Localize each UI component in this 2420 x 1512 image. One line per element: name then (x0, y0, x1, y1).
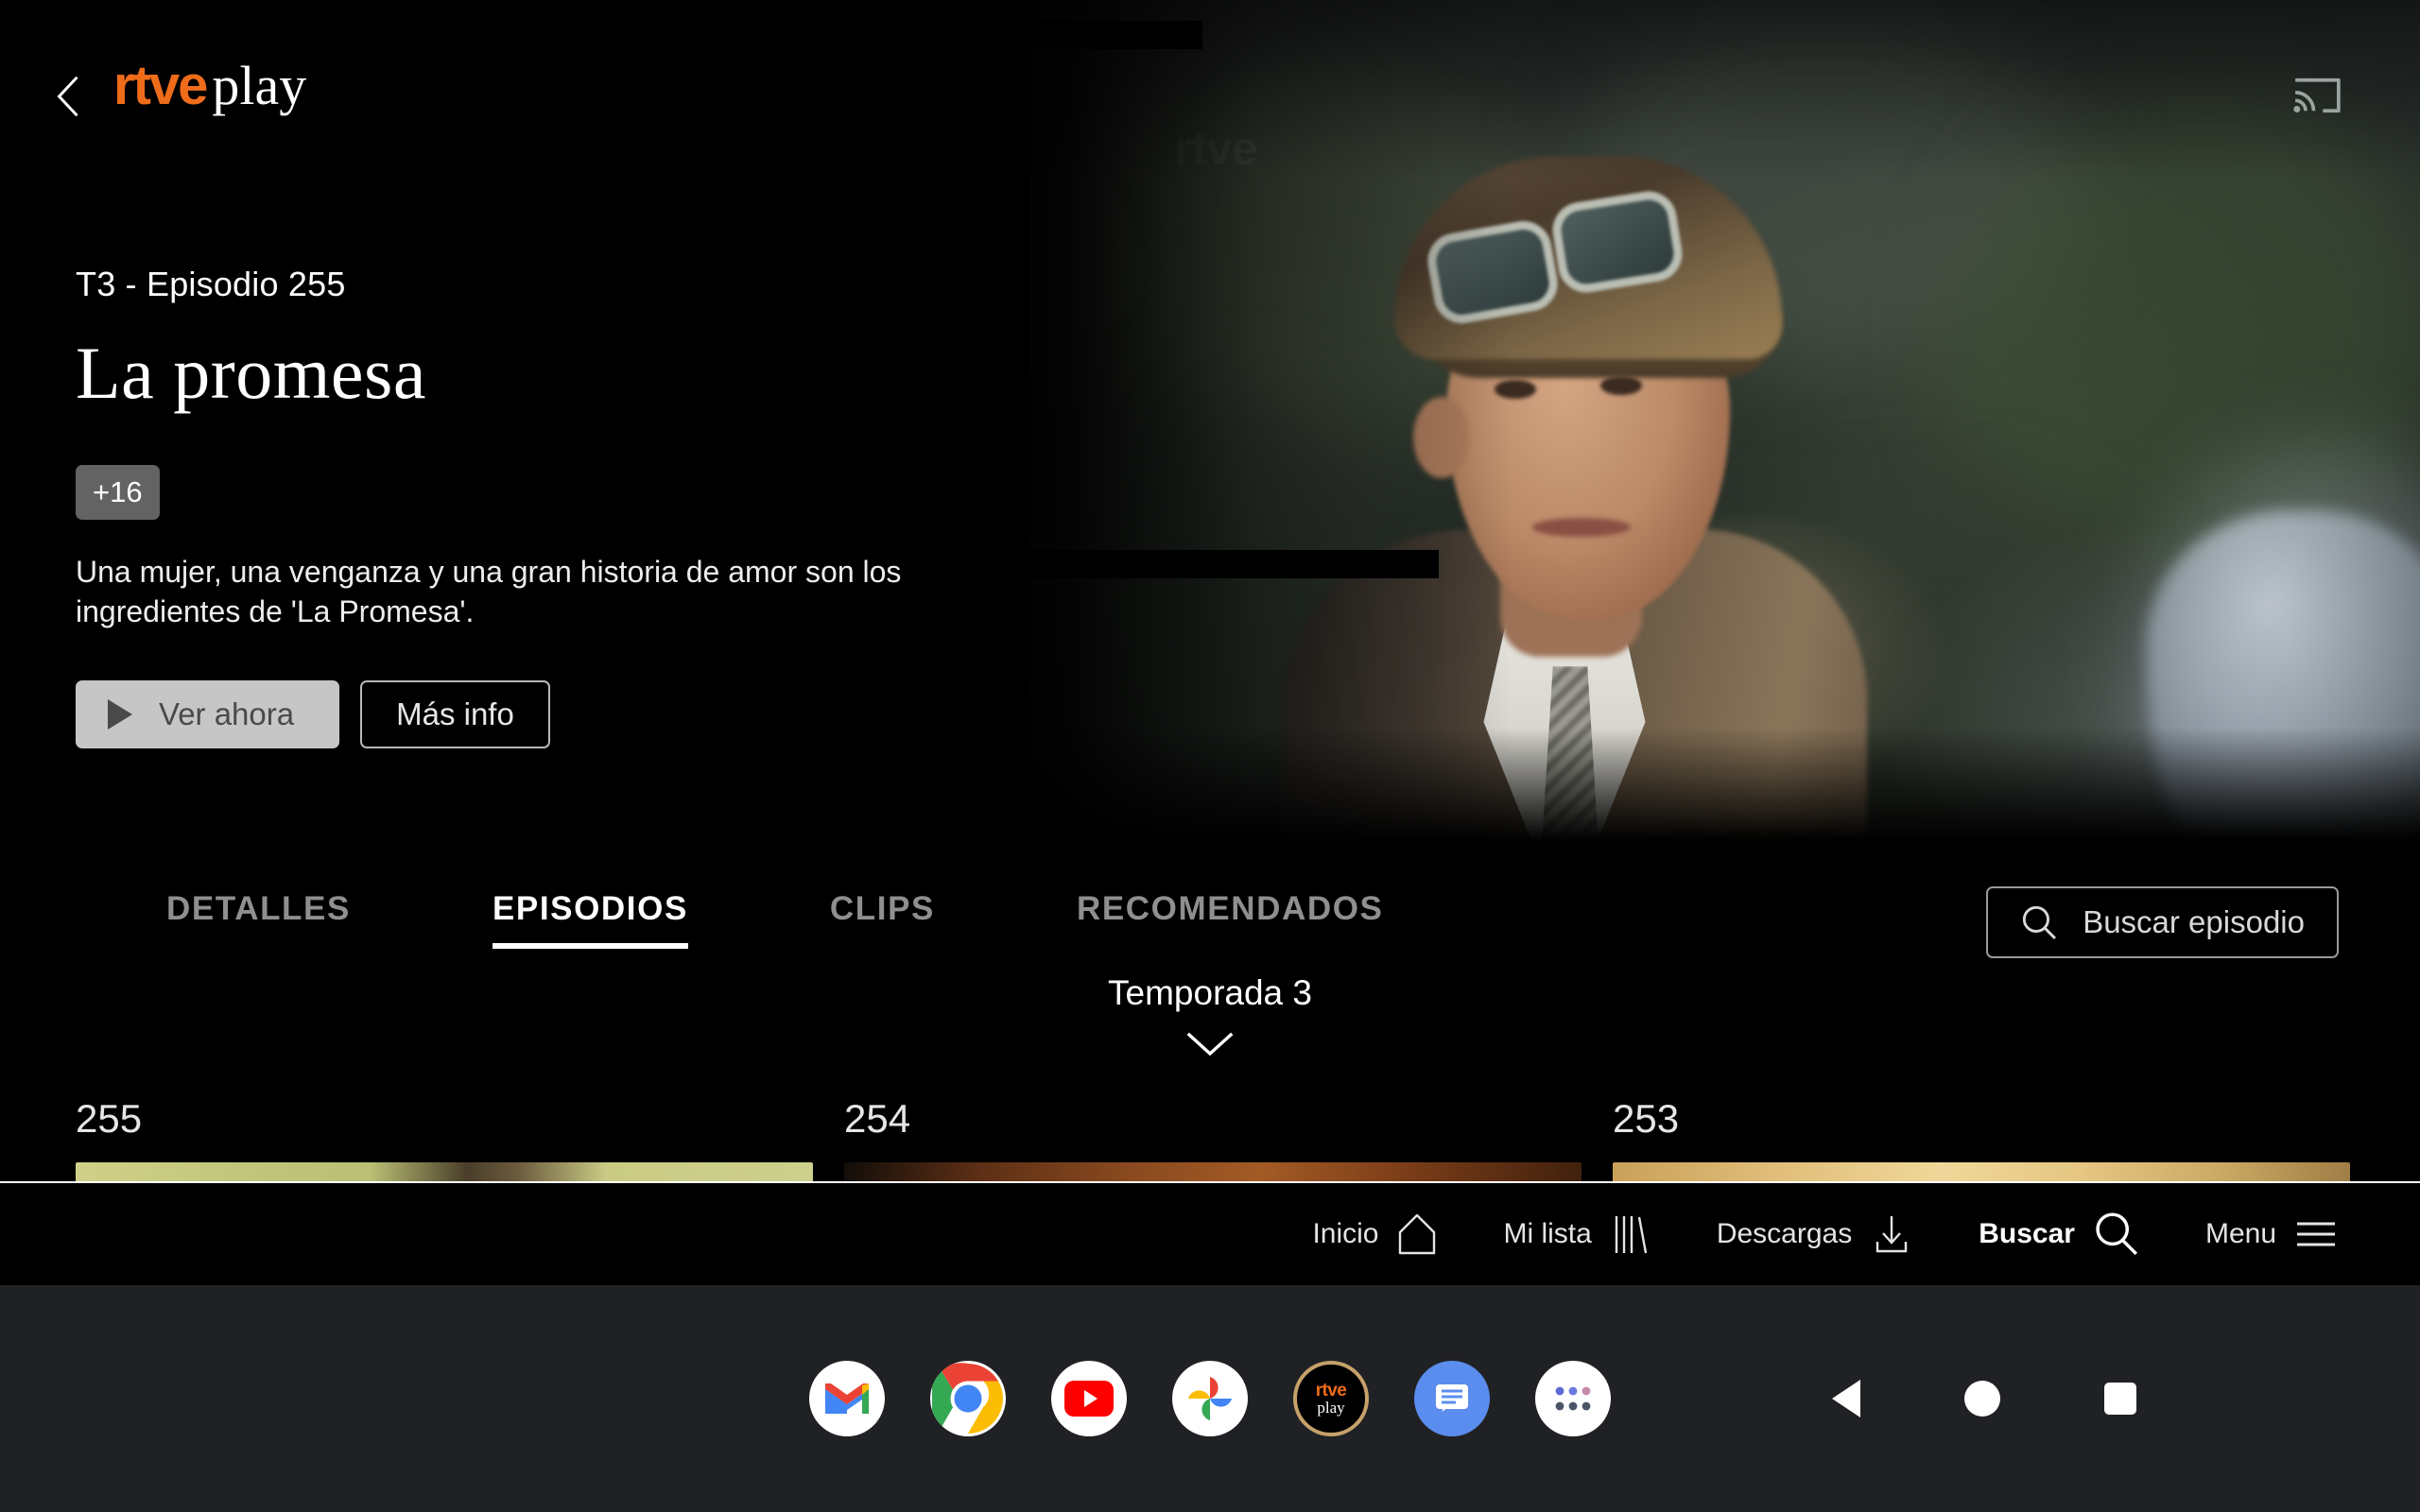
home-icon (1399, 1213, 1436, 1255)
nav-menu-label: Menu (2204, 1218, 2276, 1249)
tab-detalles[interactable]: DETALLES (166, 869, 351, 962)
nav-buscar-label: Buscar (1979, 1218, 2075, 1249)
search-icon (2096, 1212, 2137, 1256)
chevron-left-icon (57, 76, 78, 117)
brand-rtve-text: rtve (113, 55, 208, 116)
page-title: La promesa (76, 332, 427, 414)
messages-icon (1436, 1384, 1468, 1412)
rtve-play-app: rtve rtve play T3 - Episodio 255 (0, 0, 2420, 1285)
cast-icon (2293, 77, 2341, 113)
android-recents-button[interactable] (2104, 1383, 2136, 1415)
nav-descargas-label: Descargas (1716, 1218, 1853, 1249)
dock-icon-google-photos[interactable] (1172, 1361, 1248, 1436)
android-system-bar: rtve play (0, 1285, 2420, 1512)
play-now-button[interactable]: Ver ahora (76, 680, 340, 749)
rtve-play-logo: rtve play (113, 59, 306, 113)
gmail-icon (825, 1383, 869, 1414)
app-dock: rtve play (809, 1361, 1611, 1436)
synopsis-text: Una mujer, una venganza y una gran histo… (76, 555, 902, 629)
android-back-button[interactable] (1832, 1380, 1860, 1418)
tab-episodios[interactable]: EPISODIOS (492, 869, 688, 962)
dock-icon-chrome[interactable] (930, 1361, 1006, 1436)
nav-item-menu[interactable]: Menu (2205, 1215, 2339, 1253)
brand-play-text: play (212, 55, 307, 116)
search-episode-label: Buscar episodio (2083, 904, 2305, 939)
cast-button[interactable] (2291, 74, 2342, 117)
season-selector[interactable]: Temporada 3 (0, 973, 2420, 1058)
nav-item-inicio[interactable]: Inicio (1312, 1211, 1439, 1257)
android-home-button[interactable] (1964, 1381, 2000, 1417)
episode-number: 255 (76, 1096, 143, 1141)
search-episode-button[interactable]: Buscar episodio (1986, 886, 2339, 958)
youtube-icon (1064, 1381, 1114, 1417)
android-nav-buttons (1832, 1380, 2136, 1418)
download-icon (1876, 1216, 1908, 1253)
google-photos-icon (1188, 1377, 1232, 1420)
nav-item-descargas[interactable]: Descargas (1717, 1211, 1914, 1257)
dock-icon-gmail[interactable] (809, 1361, 885, 1436)
dock-icon-rtve-play[interactable]: rtve play (1293, 1361, 1369, 1436)
hero-action-buttons: Ver ahora Más info (76, 680, 1040, 749)
content-tabs: DETALLES EPISODIOS CLIPS RECOMENDADOS (166, 869, 1525, 962)
app-drawer-icon (1555, 1386, 1591, 1411)
age-rating-badge: +16 (76, 465, 160, 520)
season-label: Temporada 3 (1108, 973, 1312, 1012)
dock-icon-messages[interactable] (1414, 1361, 1490, 1436)
episode-label: T3 - Episodio 255 (76, 265, 346, 303)
dock-icon-app-drawer[interactable] (1535, 1361, 1611, 1436)
chrome-icon (932, 1363, 1003, 1434)
bookshelf-icon (1615, 1216, 1648, 1254)
tab-clips[interactable]: CLIPS (830, 869, 935, 962)
play-icon (108, 699, 132, 730)
top-bar: rtve play (0, 0, 2420, 142)
episode-number: 254 (844, 1096, 911, 1141)
dock-icon-youtube[interactable] (1051, 1361, 1127, 1436)
nav-item-buscar[interactable]: Buscar (1979, 1210, 2141, 1259)
episode-number: 253 (1613, 1096, 1680, 1141)
nav-inicio-label: Inicio (1312, 1218, 1379, 1249)
hero-details: T3 - Episodio 255 La promesa +16 Una muj… (76, 265, 1040, 749)
chevron-down-icon (1186, 1032, 1234, 1057)
play-now-label: Ver ahora (159, 696, 295, 732)
search-icon (2023, 905, 2057, 939)
more-info-button[interactable]: Más info (360, 680, 550, 749)
tab-recomendados[interactable]: RECOMENDADOS (1077, 869, 1384, 962)
hamburger-icon (2297, 1222, 2335, 1246)
app-bottom-nav: Inicio Mi lista Descargas Buscar Menu (0, 1181, 2420, 1285)
nav-item-mi-lista[interactable]: Mi lista (1503, 1211, 1651, 1257)
nav-mi-lista-label: Mi lista (1503, 1218, 1592, 1249)
back-button[interactable] (40, 68, 96, 125)
